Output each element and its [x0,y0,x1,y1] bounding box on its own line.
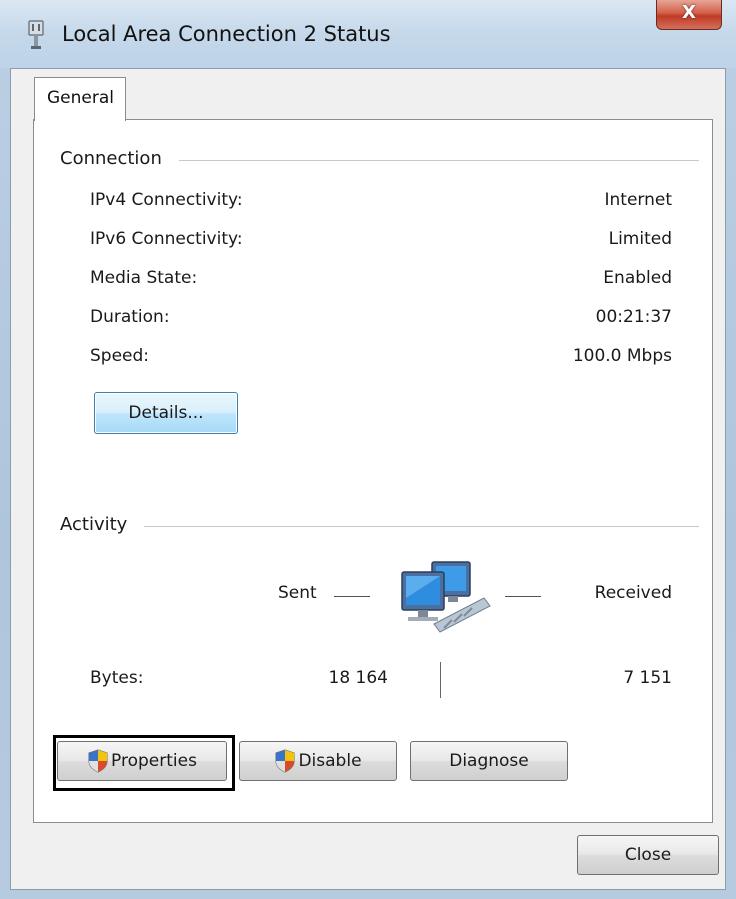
bytes-label: Bytes: [90,668,144,688]
disable-button[interactable]: Disable [239,741,397,781]
details-button[interactable]: Details... [94,392,238,434]
ipv6-connectivity-label: IPv6 Connectivity: [90,229,243,249]
disable-button-label: Disable [298,751,362,771]
network-adapter-icon [28,20,44,49]
network-computers-icon [401,561,491,633]
received-label: Received [594,583,672,603]
connection-heading: Connection [60,148,168,169]
duration-label: Duration: [90,307,170,327]
tab-general-label: General [47,88,114,108]
activity-heading: Activity [60,514,134,535]
tab-general[interactable]: General [34,77,126,121]
bytes-divider [440,662,441,698]
received-dash [505,596,541,597]
activity-divider-line [144,526,699,527]
close-button[interactable]: Close [577,835,719,875]
title-bar[interactable]: Local Area Connection 2 Status X [0,0,736,68]
media-state-label: Media State: [90,268,198,288]
properties-button-label: Properties [111,751,197,771]
connection-divider-line [179,160,699,161]
media-state-value: Enabled [603,268,672,288]
speed-label: Speed: [90,346,150,366]
sent-label: Sent [278,583,317,603]
ipv4-connectivity-value: Internet [604,190,672,210]
uac-shield-icon [88,749,108,773]
uac-shield-icon [275,749,295,773]
bytes-received-value: 7 151 [623,668,672,688]
dialog-client-area: General Connection IPv4 Connectivity: In… [10,68,726,890]
diagnose-button[interactable]: Diagnose [410,741,568,781]
close-icon: X [682,2,696,23]
sent-dash [334,596,370,597]
speed-value: 100.0 Mbps [572,346,672,366]
ipv4-connectivity-label: IPv4 Connectivity: [90,190,243,210]
close-window-button[interactable]: X [656,0,722,30]
duration-value: 00:21:37 [595,307,672,327]
status-dialog: Local Area Connection 2 Status X General… [0,0,736,899]
bytes-sent-value: 18 164 [328,668,388,688]
ipv6-connectivity-value: Limited [608,229,672,249]
window-title: Local Area Connection 2 Status [62,22,391,46]
general-tab-panel: Connection IPv4 Connectivity: Internet I… [33,119,713,823]
properties-button[interactable]: Properties [57,741,227,781]
